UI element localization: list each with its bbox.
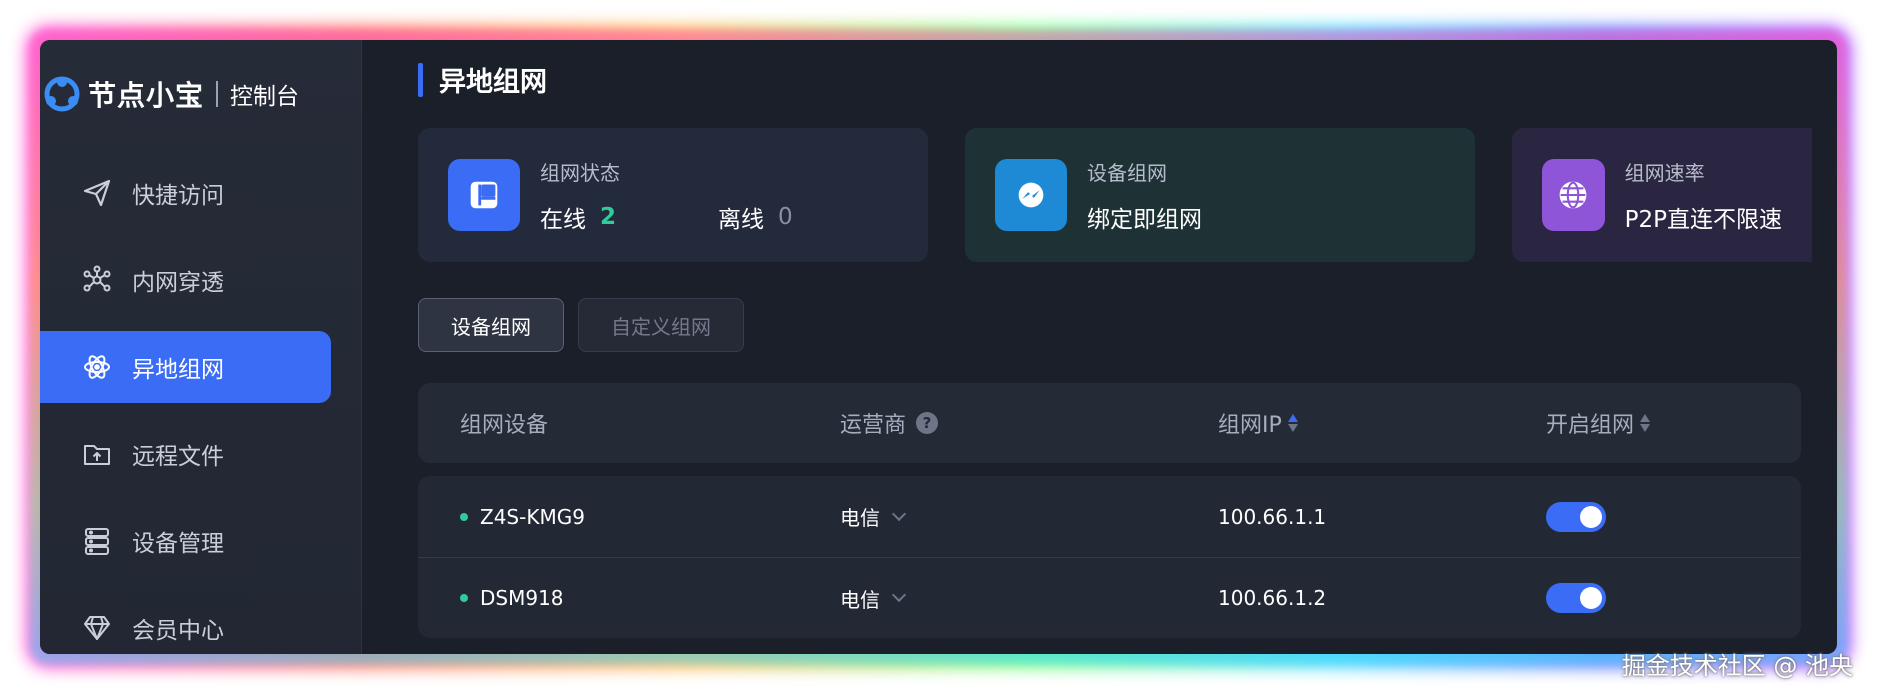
table-row: DSM918 电信 100.66.1.2 — [418, 557, 1801, 638]
chevron-down-icon — [891, 506, 907, 521]
sidebar-item-label: 远程文件 — [132, 444, 224, 470]
main-content: 异地组网 组网状态 在线 2 离线 0 设备组网 绑定即组网 组网速率 P2P直… — [362, 40, 1837, 654]
isp-select[interactable]: 电信 — [840, 502, 907, 531]
send-icon — [80, 176, 114, 210]
device-cell: Z4S-KMG9 — [460, 505, 585, 529]
online-label: 在线 — [540, 206, 586, 233]
globe-icon — [1542, 159, 1605, 231]
card-network-status: 组网状态 在线 2 离线 0 — [418, 128, 928, 262]
brand-name: 节点小宝 — [88, 79, 205, 112]
sidebar-item-remote-files[interactable]: 远程文件 — [40, 418, 331, 490]
card-body: 组网速率 P2P直连不限速 — [1625, 157, 1782, 234]
enable-networking-toggle[interactable] — [1546, 501, 1606, 532]
tab-device-networking[interactable]: 设备组网 — [418, 298, 564, 352]
sidebar-item-device-management[interactable]: 设备管理 — [40, 505, 331, 577]
messenger-icon — [995, 159, 1067, 231]
column-header-enable[interactable]: 开启组网 — [1546, 407, 1651, 439]
table-body: Z4S-KMG9 电信 100.66.1.1 DSM918 电信 100.66.… — [418, 476, 1801, 638]
folder-upload-icon — [80, 437, 114, 471]
page-title: 异地组网 — [439, 67, 547, 98]
online-count: 2 — [600, 203, 617, 230]
enable-toggle-cell — [1546, 501, 1606, 532]
card-body: 组网状态 在线 2 离线 0 — [540, 157, 793, 234]
card-label: 设备组网 — [1087, 160, 1167, 185]
table-row: Z4S-KMG9 电信 100.66.1.1 — [418, 476, 1801, 557]
online-status-dot — [460, 512, 468, 521]
page-header: 异地组网 — [418, 60, 547, 99]
sidebar: 节点小宝 控制台 快捷访问 内网穿透 异地组网 远程文件 设备管理 会员中心 — [40, 40, 362, 654]
card-label: 组网状态 — [540, 160, 620, 185]
sidebar-item-label: 设备管理 — [132, 531, 224, 557]
table-header: 组网设备 运营商 ? 组网IP 开启组网 — [418, 383, 1801, 463]
card-value: P2P直连不限速 — [1624, 206, 1782, 233]
atom-icon — [80, 350, 114, 384]
card-value: 绑定即组网 — [1087, 206, 1202, 233]
diamond-icon — [80, 611, 114, 645]
card-network-speed: 组网速率 P2P直连不限速 — [1512, 128, 1812, 262]
sidebar-item-quick-access[interactable]: 快捷访问 — [40, 157, 331, 229]
network-icon — [80, 263, 114, 297]
sidebar-item-label: 内网穿透 — [132, 270, 224, 296]
app-window: 节点小宝 控制台 快捷访问 内网穿透 异地组网 远程文件 设备管理 会员中心 异… — [40, 40, 1837, 654]
card-stats: 在线 2 离线 0 — [540, 200, 793, 234]
title-accent-bar — [418, 62, 423, 97]
tabs: 设备组网 自定义组网 — [418, 298, 758, 352]
card-label: 组网速率 — [1624, 160, 1705, 185]
sidebar-item-intranet-penetration[interactable]: 内网穿透 — [40, 244, 331, 316]
server-icon — [80, 524, 114, 558]
enable-toggle-cell — [1546, 583, 1606, 613]
brand-logo-icon — [44, 76, 80, 112]
brand-subtitle: 控制台 — [230, 84, 300, 110]
watermark: 掘金技术社区 @ 池央 — [1621, 652, 1853, 680]
sort-icon[interactable] — [1640, 414, 1651, 432]
enable-networking-toggle[interactable] — [1546, 583, 1606, 613]
column-header-device: 组网设备 — [460, 413, 549, 438]
sidebar-nav: 快捷访问 内网穿透 异地组网 远程文件 设备管理 会员中心 — [40, 157, 361, 654]
brand: 节点小宝 控制台 — [40, 70, 299, 118]
ip-cell: 100.66.1.1 — [1218, 504, 1327, 529]
column-header-isp: 运营商 ? — [840, 407, 939, 439]
sidebar-item-label: 会员中心 — [132, 618, 224, 644]
column-header-ip[interactable]: 组网IP — [1218, 407, 1298, 439]
chevron-down-icon — [891, 587, 907, 603]
ip-cell: 100.66.1.2 — [1218, 586, 1327, 610]
tab-custom-networking[interactable]: 自定义组网 — [578, 298, 744, 352]
isp-select[interactable]: 电信 — [840, 584, 907, 613]
sidebar-item-remote-networking[interactable]: 异地组网 — [40, 331, 331, 403]
help-icon[interactable]: ? — [916, 412, 939, 434]
device-cell: DSM918 — [460, 586, 564, 610]
sidebar-item-label: 快捷访问 — [132, 183, 224, 209]
offline-count: 0 — [778, 203, 793, 230]
device-name: DSM918 — [480, 586, 564, 610]
sidebar-item-label: 异地组网 — [132, 357, 224, 383]
offline-label: 离线 — [718, 206, 765, 233]
brand-separator — [216, 81, 219, 107]
layout-icon — [448, 159, 520, 231]
sort-icon[interactable] — [1287, 414, 1298, 432]
sidebar-item-member-center[interactable]: 会员中心 — [40, 592, 331, 654]
card-device-networking: 设备组网 绑定即组网 — [965, 128, 1475, 262]
card-body: 设备组网 绑定即组网 — [1087, 157, 1202, 234]
device-name: Z4S-KMG9 — [480, 504, 585, 529]
online-status-dot — [460, 594, 468, 602]
